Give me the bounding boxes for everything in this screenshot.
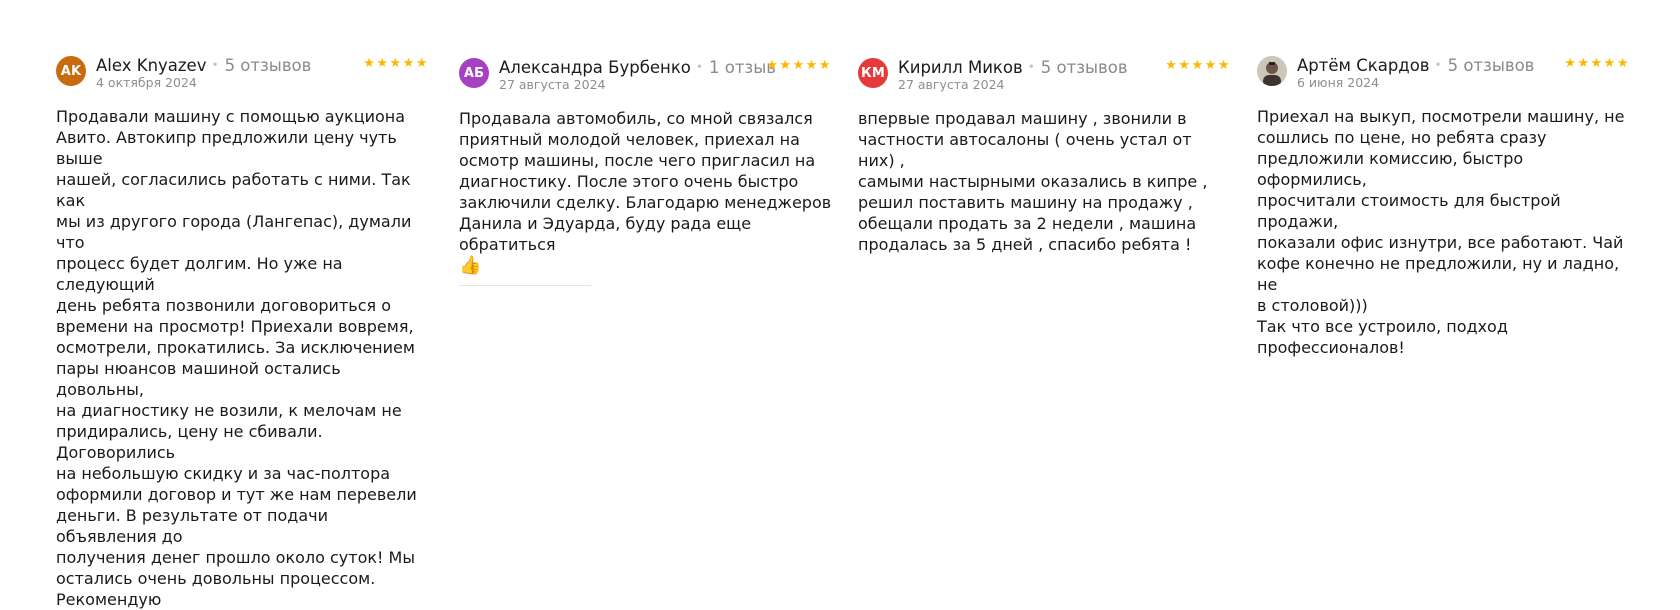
review-header: АБ Александра Бурбенко • 1 отзыв 27 август…	[459, 57, 834, 97]
review-text: Продавала автомобиль, со мной связался п…	[459, 109, 832, 254]
review-date: 27 августа 2024	[499, 77, 606, 92]
review-card: Артём Скардов • 5 отзывов 6 июня 2024 ★★★★…	[1257, 55, 1632, 358]
separator-dot: •	[695, 60, 703, 74]
review-count: 5 отзывов	[1040, 58, 1128, 77]
review-text: Приехал на выкуп, посмотрели машину, не …	[1257, 107, 1625, 357]
review-date: 4 октября 2024	[96, 75, 197, 90]
rating-stars: ★★★★★	[363, 56, 429, 71]
separator-dot: •	[211, 58, 219, 72]
avatar-photo[interactable]	[1257, 56, 1287, 86]
avatar-initials: AK	[60, 63, 82, 79]
review-card: AK Alex Knyazev • 5 отзывов 4 октября 2024…	[56, 55, 431, 610]
review-card: АБ Александра Бурбенко • 1 отзыв 27 август…	[459, 57, 834, 286]
review-text: впервые продавал машину , звонили в част…	[858, 109, 1208, 254]
review-date: 27 августа 2024	[898, 77, 1005, 92]
avatar-initials: АБ	[463, 65, 485, 81]
author-name[interactable]: Артём Скардов	[1297, 56, 1430, 75]
author-name[interactable]: Alex Knyazev	[96, 56, 206, 75]
review-count: 5 отзывов	[1447, 56, 1535, 75]
person-photo-icon	[1257, 56, 1287, 86]
avatar[interactable]: AK	[56, 56, 86, 86]
thumbs-up-icon: 👍	[459, 255, 482, 276]
reviews-row: AK Alex Knyazev • 5 отзывов 4 октября 2024…	[0, 0, 1680, 609]
review-count: 5 отзывов	[224, 56, 312, 75]
divider	[459, 285, 591, 286]
rating-stars: ★★★★★	[1564, 56, 1630, 71]
author-name[interactable]: Кирилл Миков	[898, 58, 1023, 77]
avatar[interactable]: КМ	[858, 58, 888, 88]
avatar[interactable]: АБ	[459, 58, 489, 88]
review-header: AK Alex Knyazev • 5 отзывов 4 октября 2024…	[56, 55, 431, 95]
author-line: Артём Скардов • 5 отзывов	[1297, 55, 1534, 76]
review-text: Продавали машину с помощью аукциона Авит…	[56, 107, 417, 609]
rating-stars: ★★★★★	[1165, 58, 1231, 73]
rating-stars: ★★★★★	[766, 58, 832, 73]
separator-dot: •	[1027, 60, 1035, 74]
author-line: Александра Бурбенко • 1 отзыв	[499, 57, 776, 78]
author-line: Кирилл Миков • 5 отзывов	[898, 57, 1128, 78]
separator-dot: •	[1434, 58, 1442, 72]
review-header: КМ Кирилл Миков • 5 отзывов 27 августа 202…	[858, 57, 1233, 97]
review-card: КМ Кирилл Миков • 5 отзывов 27 августа 202…	[858, 57, 1233, 255]
review-date: 6 июня 2024	[1297, 75, 1380, 90]
author-name[interactable]: Александра Бурбенко	[499, 58, 691, 77]
avatar-initials: КМ	[861, 65, 885, 81]
author-line: Alex Knyazev • 5 отзывов	[96, 55, 311, 76]
review-header: Артём Скардов • 5 отзывов 6 июня 2024 ★★★★…	[1257, 55, 1632, 95]
